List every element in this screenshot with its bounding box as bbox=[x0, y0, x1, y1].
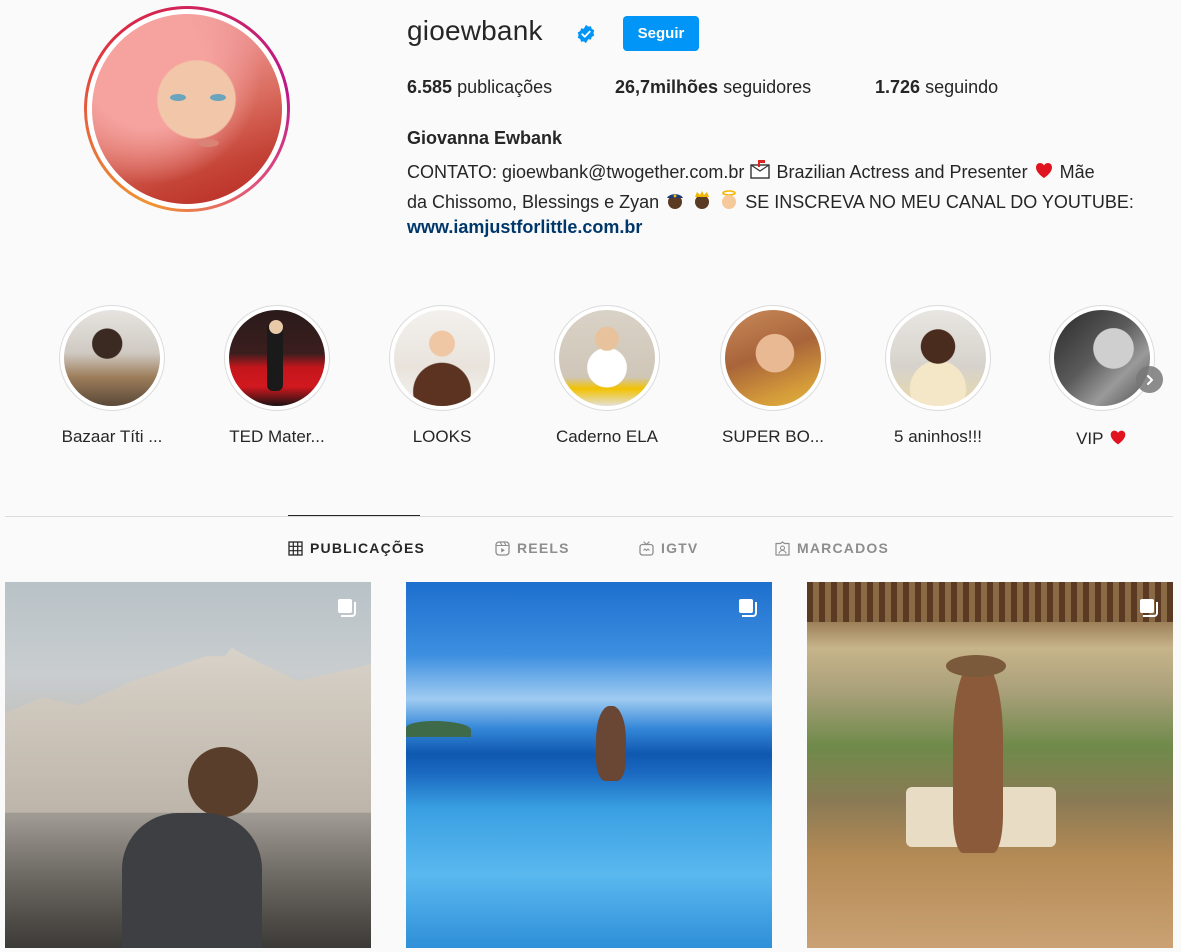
posts-stat: 6.585 publicações bbox=[407, 77, 552, 98]
tab-publicacoes[interactable]: PUBLICAÇÕES bbox=[288, 540, 425, 556]
avatar-eye bbox=[209, 93, 226, 101]
following-stat[interactable]: 1.726 seguindo bbox=[875, 77, 998, 98]
tab-label: PUBLICAÇÕES bbox=[310, 540, 426, 556]
igtv-icon bbox=[639, 540, 654, 556]
active-tab-indicator bbox=[288, 515, 420, 516]
grid-icon bbox=[288, 540, 303, 556]
chevron-right-icon bbox=[1146, 374, 1153, 385]
highlight-ring bbox=[720, 305, 826, 411]
highlight-ring bbox=[224, 305, 330, 411]
followers-label: seguidores bbox=[723, 77, 812, 97]
profile-username: gioewbank bbox=[407, 15, 543, 46]
bio-mother-text: Mãe bbox=[1059, 162, 1095, 182]
highlight-ring bbox=[554, 305, 660, 411]
bio-children-text: da Chissomo, Blessings e Zyan bbox=[407, 192, 660, 212]
police-officer-emoji-icon bbox=[667, 194, 684, 209]
highlight-label: SUPER BO... bbox=[721, 427, 825, 446]
avatar-photo bbox=[92, 14, 282, 204]
story-highlight[interactable]: Caderno ELA bbox=[524, 305, 690, 447]
reels-icon bbox=[495, 540, 510, 556]
highlight-label-text: VIP bbox=[1076, 429, 1104, 448]
followers-count: 26,7milhões bbox=[615, 77, 719, 97]
mailbox-emoji-icon bbox=[750, 160, 771, 179]
tab-reels[interactable]: REELS bbox=[495, 540, 570, 556]
posts-count: 6.585 bbox=[407, 77, 453, 97]
baby-angel-emoji-icon bbox=[722, 190, 737, 209]
tab-label: REELS bbox=[517, 540, 570, 556]
profile-website-link[interactable]: www.iamjustforlittle.com.br bbox=[407, 217, 642, 238]
highlight-ring bbox=[59, 305, 165, 411]
heart-emoji-icon bbox=[1110, 430, 1126, 445]
tab-label: IGTV bbox=[661, 540, 699, 556]
prince-emoji-icon bbox=[695, 191, 710, 209]
story-highlight[interactable]: TED Mater... bbox=[194, 305, 360, 447]
highlight-cover bbox=[229, 310, 325, 406]
story-highlight[interactable]: 5 aninhos!!! bbox=[855, 305, 1021, 447]
tagged-icon bbox=[775, 540, 790, 556]
post-figure bbox=[596, 706, 627, 782]
heart-emoji-icon bbox=[1035, 163, 1052, 178]
post-roof bbox=[807, 582, 1173, 622]
highlight-label: Bazaar Títi ... bbox=[61, 427, 163, 446]
tabs-divider bbox=[5, 516, 1173, 517]
tab-marcados[interactable]: MARCADOS bbox=[775, 540, 889, 556]
highlight-cover bbox=[890, 310, 986, 406]
highlight-label: LOOKS bbox=[412, 427, 472, 446]
follow-button[interactable]: Seguir bbox=[623, 16, 699, 51]
posts-label: publicações bbox=[457, 77, 553, 97]
avatar-eye bbox=[169, 93, 186, 101]
tab-igtv[interactable]: IGTV bbox=[639, 540, 698, 556]
highlight-label: TED Mater... bbox=[229, 427, 325, 446]
highlight-ring bbox=[389, 305, 495, 411]
multiple-photos-icon bbox=[1140, 599, 1158, 617]
highlight-cover bbox=[559, 310, 655, 406]
post-child bbox=[188, 746, 258, 817]
post-island bbox=[406, 721, 471, 738]
profile-bio: CONTATO: gioewbank@twogether.com.br Braz… bbox=[407, 157, 1171, 217]
followers-stat[interactable]: 26,7milhões seguidores bbox=[615, 77, 811, 98]
highlight-cover bbox=[725, 310, 821, 406]
following-label: seguindo bbox=[925, 77, 999, 97]
highlight-cover bbox=[394, 310, 490, 406]
profile-avatar[interactable] bbox=[84, 6, 290, 212]
highlight-label: 5 aninhos!!! bbox=[894, 427, 982, 446]
post-figure bbox=[953, 662, 1004, 853]
highlight-ring bbox=[885, 305, 991, 411]
story-highlight[interactable]: LOOKS bbox=[359, 305, 525, 447]
profile-full-name: Giovanna Ewbank bbox=[407, 128, 563, 148]
bio-youtube-text: SE INSCREVA NO MEU CANAL DO YOUTUBE: bbox=[745, 192, 1134, 212]
highlight-ring bbox=[1049, 305, 1155, 411]
highlight-label: VIP bbox=[1019, 427, 1181, 449]
multiple-photos-icon bbox=[739, 599, 757, 617]
story-highlight[interactable]: Bazaar Títi ... bbox=[29, 305, 195, 447]
multiple-photos-icon bbox=[338, 599, 356, 617]
post-adult bbox=[122, 812, 263, 948]
post-hat bbox=[946, 655, 1007, 678]
highlight-cover bbox=[1054, 310, 1150, 406]
bio-contact-text: CONTATO: gioewbank@twogether.com.br bbox=[407, 162, 745, 182]
post-thumbnail[interactable] bbox=[406, 582, 772, 948]
post-thumbnail[interactable] bbox=[5, 582, 371, 948]
avatar-frame bbox=[87, 9, 287, 209]
highlight-label: Caderno ELA bbox=[555, 427, 659, 446]
story-highlight[interactable]: SUPER BO... bbox=[690, 305, 856, 447]
post-thumbnail[interactable] bbox=[807, 582, 1173, 948]
bio-role-text: Brazilian Actress and Presenter bbox=[776, 162, 1028, 182]
highlight-cover bbox=[64, 310, 160, 406]
avatar-lips bbox=[196, 139, 219, 148]
tab-label: MARCADOS bbox=[797, 540, 890, 556]
highlights-next-button[interactable] bbox=[1136, 366, 1163, 393]
following-count: 1.726 bbox=[875, 77, 921, 97]
verified-badge-icon bbox=[577, 24, 595, 44]
